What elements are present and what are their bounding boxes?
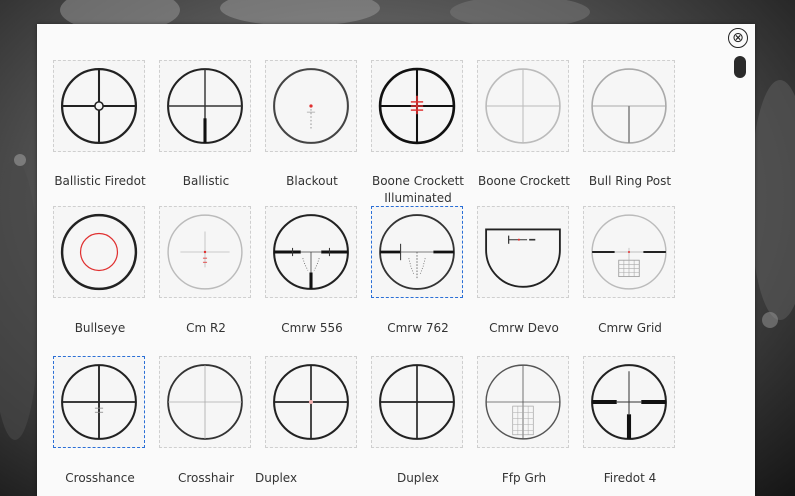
crosshance-reticle-icon	[61, 364, 137, 440]
reticle-thumbnail	[159, 356, 251, 448]
reticle-thumbnail-selected	[371, 206, 463, 298]
reticle-thumbnail	[583, 206, 675, 298]
boone-crockett-reticle-icon	[485, 68, 561, 144]
reticle-label: Cm R2	[186, 321, 226, 335]
reticle-label: Firedot 4	[603, 471, 657, 485]
reticle-thumbnail	[477, 206, 569, 298]
duplex-reticle-icon	[273, 364, 349, 440]
reticle-label: Duplex	[255, 471, 298, 485]
reticle-label: Ffp Grh	[501, 471, 547, 485]
reticle-grid: Ballistic Firedot Ballistic Blackout Boo…	[37, 24, 755, 496]
reticle-picker-dialog: Ballistic Firedot Ballistic Blackout Boo…	[37, 24, 755, 496]
ballistic-reticle-icon	[167, 68, 243, 144]
reticle-label: Crosshair	[177, 471, 235, 485]
cm-r2-reticle-icon	[167, 214, 243, 290]
reticle-thumbnail	[477, 60, 569, 152]
reticle-thumbnail	[371, 60, 463, 152]
cmrw-devo-reticle-icon	[485, 228, 561, 288]
reticle-label: Ballistic Firedot	[54, 174, 146, 188]
reticle-thumbnail-selected	[53, 356, 145, 448]
reticle-thumbnail	[583, 356, 675, 448]
cmrw-556-reticle-icon	[273, 214, 349, 290]
reticle-thumbnail	[159, 206, 251, 298]
reticle-thumbnail	[265, 60, 357, 152]
firedot-4-reticle-icon	[591, 364, 667, 440]
crosshair-reticle-icon	[167, 364, 243, 440]
reticle-label: Cmrw Grid	[598, 321, 662, 335]
ffp-grh-reticle-icon	[485, 364, 561, 440]
reticle-label: Boone Crockett	[477, 174, 571, 188]
reticle-label: Cmrw 556	[281, 321, 343, 335]
duplex-2-reticle-icon	[379, 364, 455, 440]
reticle-thumbnail	[265, 356, 357, 448]
bull-ring-post-reticle-icon	[591, 68, 667, 144]
reticle-label: Blackout	[286, 174, 338, 188]
reticle-thumbnail	[53, 60, 145, 152]
reticle-label: Cmrw 762	[387, 321, 449, 335]
reticle-label: Duplex	[396, 471, 440, 485]
reticle-thumbnail	[371, 356, 463, 448]
reticle-label: Ballistic	[182, 174, 230, 188]
reticle-thumbnail	[265, 206, 357, 298]
reticle-label: Boone Crockett Illuminated	[371, 174, 465, 205]
reticle-thumbnail	[583, 60, 675, 152]
cmrw-grid-reticle-icon	[591, 214, 667, 290]
reticle-label: Bullseye	[74, 321, 126, 335]
scrollbar-thumb[interactable]	[734, 56, 746, 78]
bullseye-reticle-icon	[60, 213, 138, 291]
reticle-label: Bull Ring Post	[588, 174, 672, 188]
reticle-thumbnail	[53, 206, 145, 298]
blackout-reticle-icon	[273, 68, 349, 144]
reticle-thumbnail	[477, 356, 569, 448]
reticle-label: Crosshance	[65, 471, 135, 485]
ballistic-firedot-reticle-icon	[60, 67, 138, 145]
cmrw-762-reticle-icon	[379, 214, 455, 290]
reticle-thumbnail	[159, 60, 251, 152]
boone-crockett-illuminated-reticle-icon	[378, 67, 456, 145]
reticle-label: Cmrw Devo	[489, 321, 559, 335]
close-icon[interactable]: ⊗	[728, 28, 748, 48]
